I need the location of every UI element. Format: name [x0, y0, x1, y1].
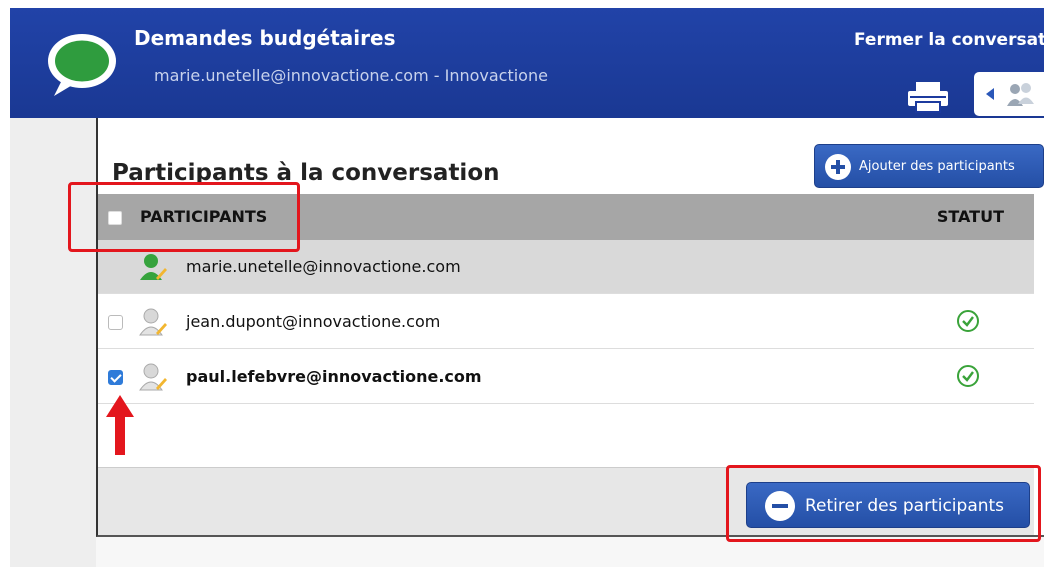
user-icon: [139, 363, 167, 391]
participant-checkbox[interactable]: [108, 315, 123, 330]
owner-user-icon: [140, 254, 167, 280]
plus-icon: [825, 154, 851, 180]
add-participants-button[interactable]: Ajouter des participants: [814, 144, 1044, 188]
printer-icon[interactable]: [906, 80, 950, 114]
chat-bubble-icon: [48, 34, 116, 96]
table-row: paul.lefebvre@innovactione.com: [98, 350, 1034, 404]
annotation-arrow-icon: [106, 395, 134, 455]
add-participants-label: Ajouter des participants: [859, 159, 1015, 174]
column-header-status: STATUT: [936, 207, 1004, 226]
status-ok-icon: [957, 365, 979, 387]
participants-icon: [1007, 83, 1034, 106]
table-row: jean.dupont@innovactione.com: [98, 295, 1034, 349]
participant-email: marie.unetelle@innovactione.com: [186, 257, 461, 276]
close-conversation-link[interactable]: Fermer la conversation: [854, 30, 1044, 50]
user-icon: [139, 308, 167, 336]
annotation-highlight-remove: [726, 465, 1041, 542]
conversation-subtitle: marie.unetelle@innovactione.com - Innova…: [154, 66, 548, 85]
participant-email: paul.lefebvre@innovactione.com: [186, 367, 482, 386]
chevron-left-icon: [986, 88, 994, 100]
annotation-highlight-header: [68, 182, 300, 252]
participant-checkbox[interactable]: [108, 370, 123, 385]
participants-toggle-button[interactable]: [974, 72, 1044, 116]
app-window: Demandes budgétaires marie.unetelle@inno…: [0, 0, 1044, 567]
participant-email: jean.dupont@innovactione.com: [186, 312, 441, 331]
conversation-title: Demandes budgétaires: [134, 26, 396, 50]
status-ok-icon: [957, 310, 979, 332]
conversation-header: Demandes budgétaires marie.unetelle@inno…: [10, 8, 1044, 118]
